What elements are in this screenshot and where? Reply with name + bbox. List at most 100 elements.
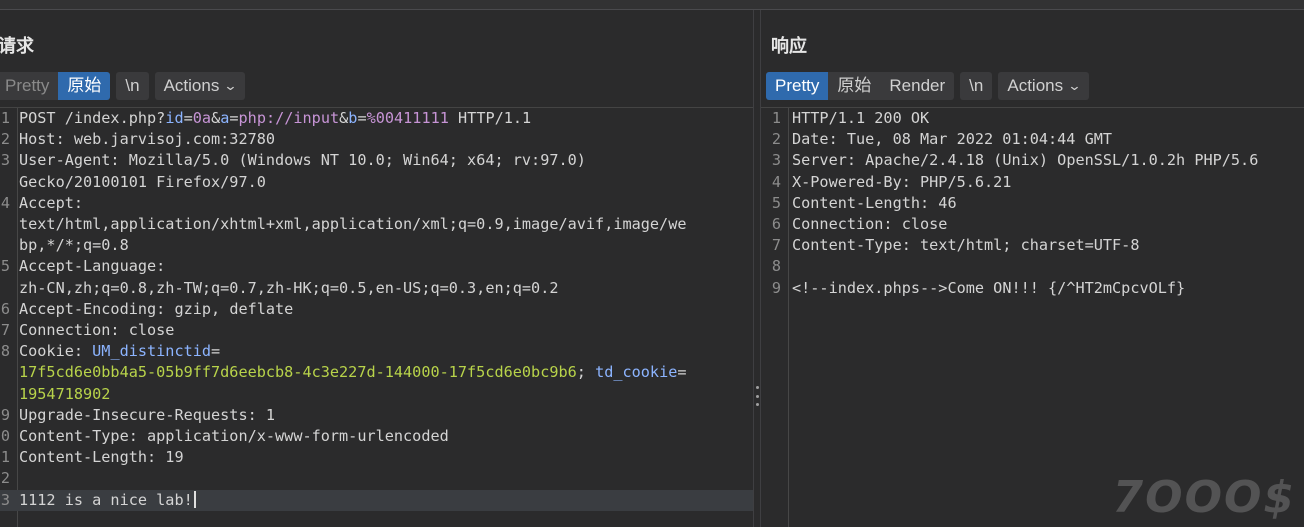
- body-line[interactable]: 3 1112 is a nice lab!: [0, 489, 753, 511]
- param-name: id: [165, 109, 184, 127]
- header-name: Host:: [19, 130, 65, 149]
- response-pane: 响应 Pretty 原始 Render \n Actions ⌄ 1 HTTP/1…: [761, 10, 1304, 527]
- param-equals: =: [357, 109, 367, 127]
- text-caret: [193, 490, 196, 508]
- cookie-value: 17f5cd6e0bb4a5-05b9ff7d6eebcb8-4c3e227d-…: [19, 363, 577, 382]
- request-actions-label: Actions: [163, 76, 220, 95]
- header-line: 8 Cookie: UM_distinctid= 17f5cd6e0bb4a5-…: [0, 341, 753, 405]
- header-value-wrap: Gecko/20100101 Firefox/97.0: [19, 172, 266, 191]
- line-number: 2: [0, 469, 10, 488]
- line-number: 6: [0, 299, 10, 318]
- line-number: 8: [771, 257, 781, 276]
- chevron-down-icon: ⌄: [223, 78, 238, 93]
- header-value: web.jarvisoj.com:32780: [64, 130, 276, 149]
- response-actions-label: Actions: [1007, 76, 1064, 95]
- header-line: 1 HTTP/1.1 200 OK: [761, 108, 1304, 129]
- line-number: 3: [771, 151, 781, 170]
- request-toolbar: Pretty 原始 \n Actions ⌄: [0, 72, 246, 100]
- request-pane: 请求 Pretty 原始 \n Actions ⌄ 1 POST /index.…: [0, 10, 753, 527]
- header-value-wrap: text/html,application/xhtml+xml,applicat…: [19, 215, 687, 234]
- header-value-wrap: zh-CN,zh;q=0.8,zh-TW;q=0.7,zh-HK;q=0.5,e…: [19, 278, 559, 297]
- request-editor[interactable]: 1 POST /index.php?id=0a&a=php://input&b=…: [0, 107, 753, 527]
- line-number: 3: [0, 490, 10, 509]
- header-value: gzip, deflate: [165, 299, 294, 318]
- response-tab-pretty[interactable]: Pretty: [766, 72, 829, 100]
- line-number: 4: [0, 193, 10, 212]
- response-editor[interactable]: 1 HTTP/1.1 200 OK 2 Date: Tue, 08 Mar 2022 …: [761, 107, 1304, 527]
- response-newline-toggle[interactable]: \n: [960, 72, 993, 100]
- header-name: Server:: [792, 151, 857, 170]
- header-line: 5 Content-Length: 46: [761, 193, 1304, 214]
- header-name: Connection:: [19, 321, 120, 340]
- empty-line: 8: [761, 256, 1304, 277]
- param-value: %00411111: [366, 109, 449, 127]
- body-line: 9 <!--index.phps-->Come ON!!! {/^HT2mCpcv…: [761, 278, 1304, 299]
- param-separator: &: [339, 109, 349, 127]
- header-value: close: [892, 215, 948, 234]
- header-line: 7 Content-Type: text/html; charset=UTF-8: [761, 235, 1304, 256]
- line-number: 6: [771, 215, 781, 234]
- http-version: HTTP/1.1: [448, 109, 532, 127]
- header-line: 6 Connection: close: [761, 214, 1304, 235]
- header-name: Content-Type:: [792, 236, 911, 255]
- line-number: 1: [0, 448, 10, 467]
- header-name: Content-Type:: [19, 427, 138, 446]
- header-name: User-Agent:: [19, 151, 120, 170]
- line-number: 2: [771, 130, 781, 149]
- header-value: Mozilla/5.0 (Windows NT 10.0; Win64; x64…: [119, 151, 586, 170]
- response-toolbar: Pretty 原始 Render \n Actions ⌄: [766, 72, 1090, 100]
- response-body: Come ON!!! {/^HT2mCpcvOLf}: [947, 278, 1186, 297]
- pane-splitter[interactable]: [753, 10, 761, 527]
- param-value: 0a: [192, 109, 212, 127]
- header-line: 2 Host: web.jarvisoj.com:32780: [0, 129, 753, 150]
- line-number: 7: [771, 236, 781, 255]
- request-line-method: POST /index.php?: [19, 109, 166, 127]
- response-tab-raw[interactable]: 原始: [828, 72, 881, 100]
- line-number: 0: [0, 427, 10, 446]
- request-tab-pretty[interactable]: Pretty: [0, 72, 59, 100]
- drag-handle-icon[interactable]: [756, 386, 759, 406]
- request-tab-raw[interactable]: 原始: [58, 72, 111, 100]
- header-value: 1: [256, 405, 276, 424]
- line-number: 8: [0, 342, 10, 361]
- request-view-toggle: Pretty 原始: [0, 72, 111, 100]
- response-tab-render[interactable]: Render: [880, 72, 955, 100]
- header-line: 6 Accept-Encoding: gzip, deflate: [0, 299, 753, 320]
- cookie-value: 1954718902: [19, 384, 111, 403]
- header-name: Accept-Encoding:: [19, 299, 166, 318]
- header-line: 3 Server: Apache/2.4.18 (Unix) OpenSSL/1.…: [761, 150, 1304, 171]
- header-name: Connection:: [792, 215, 893, 234]
- request-body: 1112 is a nice lab!: [19, 490, 193, 509]
- window-top-bar: [0, 0, 1304, 10]
- cookie-name: UM_distinctid: [83, 342, 212, 361]
- header-line: 5 Accept-Language: zh-CN,zh;q=0.8,zh-TW;…: [0, 256, 753, 298]
- response-actions-menu[interactable]: Actions ⌄: [998, 72, 1090, 100]
- header-line: 4 Accept: text/html,application/xhtml+xm…: [0, 193, 753, 257]
- header-name: Content-Length:: [19, 448, 157, 467]
- header-value: 46: [929, 193, 957, 212]
- request-line: 1 POST /index.php?id=0a&a=php://input&b=…: [0, 108, 753, 129]
- cookie-equals: =: [211, 342, 221, 361]
- header-line: 0 Content-Type: application/x-www-form-u…: [0, 426, 753, 447]
- header-line: 1 Content-Length: 19: [0, 447, 753, 468]
- request-actions-menu[interactable]: Actions ⌄: [154, 72, 246, 100]
- header-value: PHP/5.6.21: [910, 172, 1012, 191]
- line-number: 9: [0, 405, 10, 424]
- response-view-toggle: Pretty 原始 Render: [766, 72, 955, 100]
- cookie-separator: ;: [576, 363, 586, 382]
- header-name: Content-Length:: [792, 193, 930, 212]
- request-title: 请求: [0, 36, 34, 56]
- header-line: 7 Connection: close: [0, 320, 753, 341]
- param-separator: &: [211, 109, 221, 127]
- line-number: 5: [771, 193, 781, 212]
- param-equals: =: [229, 109, 239, 127]
- param-equals: =: [183, 109, 193, 127]
- header-value: Tue, 08 Mar 2022 01:04:44 GMT: [837, 130, 1113, 149]
- cookie-name: td_cookie: [585, 363, 678, 382]
- response-title: 响应: [771, 36, 807, 56]
- header-name: Accept:: [19, 193, 84, 212]
- request-newline-toggle[interactable]: \n: [116, 72, 149, 100]
- header-name: Date:: [792, 130, 838, 149]
- watermark-logo: 7OOO$: [1112, 472, 1296, 523]
- cookie-equals: =: [677, 363, 687, 382]
